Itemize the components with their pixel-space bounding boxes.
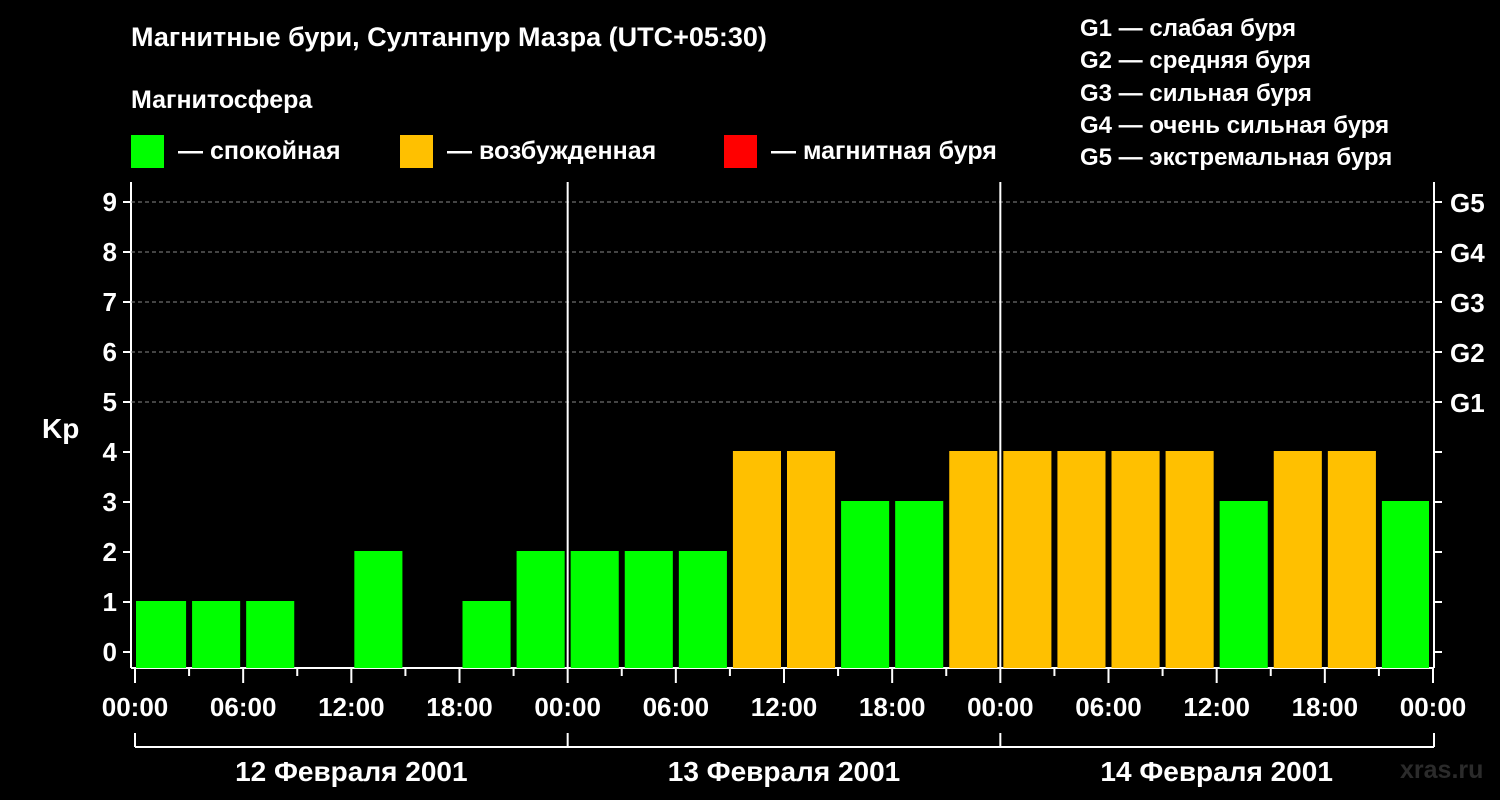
- x-tick-label: 06:00: [210, 692, 277, 722]
- x-tick-label: 18:00: [1292, 692, 1359, 722]
- kp-bar: [895, 501, 944, 668]
- y-tick-label: 6: [103, 337, 117, 367]
- kp-chart: 0 1 2 3 4 5 6 7 8 9 G1 G2 G3 G4 G5 Kp 00:00 06:00 12:00 18:…: [42, 182, 1485, 787]
- y-tick-label: 3: [103, 487, 117, 517]
- day-label: 13 Февраля 2001: [668, 756, 900, 787]
- kp-bar: [787, 451, 836, 668]
- kp-bar: [1381, 501, 1429, 668]
- kp-bar: [732, 451, 781, 668]
- kp-bar: [1219, 501, 1268, 668]
- x-tick-label: 00:00: [967, 692, 1034, 722]
- day-label: 14 Февраля 2001: [1100, 756, 1332, 787]
- x-tick-label: 18:00: [859, 692, 926, 722]
- storm-level-tick-label: G3: [1450, 288, 1485, 318]
- kp-bar: [136, 601, 187, 668]
- watermark: xras.ru: [1400, 756, 1484, 784]
- kp-bar: [841, 501, 890, 668]
- storm-level-tick-label: G1: [1450, 388, 1485, 418]
- y-tick-label: 5: [103, 387, 117, 417]
- kp-bar: [1165, 451, 1214, 668]
- storm-level-tick-label: G4: [1450, 238, 1485, 268]
- x-tick-label: 18:00: [426, 692, 493, 722]
- kp-bar: [1273, 451, 1322, 668]
- storm-level-tick-label: G2: [1450, 338, 1485, 368]
- x-tick-label: 00:00: [534, 692, 601, 722]
- x-tick-label: 12:00: [318, 692, 385, 722]
- kp-bar: [1057, 451, 1106, 668]
- x-tick-label: 06:00: [1075, 692, 1142, 722]
- kp-bar: [354, 551, 403, 668]
- kp-bar: [678, 551, 727, 668]
- day-label: 12 Февраля 2001: [235, 756, 467, 787]
- y-tick-label: 7: [103, 287, 117, 317]
- kp-bar: [1003, 451, 1052, 668]
- storm-level-tick-label: G5: [1450, 188, 1485, 218]
- x-tick-label: 12:00: [751, 692, 818, 722]
- kp-bar: [624, 551, 673, 668]
- y-tick-label: 0: [103, 637, 117, 667]
- kp-bar: [246, 601, 295, 668]
- y-tick-label: 8: [103, 237, 117, 267]
- kp-bar: [570, 551, 619, 668]
- kp-bar: [462, 601, 511, 668]
- y-tick-label: 2: [103, 537, 117, 567]
- x-tick-label: 00:00: [102, 692, 169, 722]
- kp-bar: [1327, 451, 1376, 668]
- kp-bar: [516, 551, 565, 668]
- kp-bar: [949, 451, 998, 668]
- y-axis-label: Kp: [42, 413, 79, 444]
- y-tick-label: 9: [103, 187, 117, 217]
- kp-bar: [192, 601, 241, 668]
- x-tick-label: 06:00: [643, 692, 710, 722]
- x-tick-label: 12:00: [1183, 692, 1250, 722]
- x-tick-label: 00:00: [1400, 692, 1467, 722]
- y-tick-label: 1: [103, 587, 117, 617]
- kp-bar: [1111, 451, 1160, 668]
- y-tick-label: 4: [103, 437, 118, 467]
